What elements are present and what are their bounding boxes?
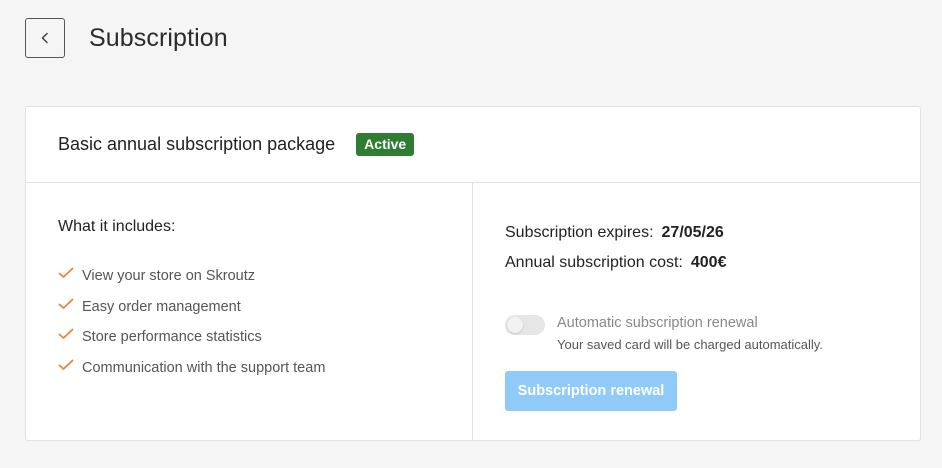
cost-row: Annual subscription cost: 400€	[505, 248, 920, 278]
auto-renewal-toggle[interactable]	[505, 315, 545, 335]
check-icon	[58, 359, 74, 370]
details-section: Subscription expires: 27/05/26 Annual su…	[473, 183, 920, 441]
feature-label: Store performance statistics	[82, 329, 262, 346]
includes-section: What it includes: View your store on Skr…	[26, 183, 473, 441]
check-icon	[58, 267, 74, 279]
check-icon	[58, 298, 74, 309]
includes-title: What it includes:	[58, 218, 176, 235]
list-item: Communication with the support team	[58, 353, 472, 384]
auto-renewal-row: Automatic subscription renewal Your save…	[505, 313, 920, 355]
page-header: Subscription	[25, 18, 228, 58]
expires-value: 27/05/26	[661, 224, 724, 241]
package-name: Basic annual subscription package	[58, 134, 336, 154]
list-item: View your store on Skroutz	[58, 261, 472, 292]
feature-label: Communication with the support team	[82, 359, 326, 376]
list-item: Easy order management	[58, 292, 472, 323]
toggle-knob	[507, 317, 523, 333]
card-body: What it includes: View your store on Skr…	[26, 183, 920, 441]
feature-label: View your store on Skroutz	[82, 268, 256, 285]
auto-renewal-hint: Your saved card will be charged automati…	[557, 337, 823, 352]
auto-renewal-text: Automatic subscription renewal Your save…	[557, 313, 823, 355]
back-button[interactable]	[25, 18, 65, 58]
chevron-left-icon	[41, 32, 48, 44]
expires-label: Subscription expires:	[505, 224, 654, 241]
feature-label: Easy order management	[82, 298, 241, 315]
auto-renewal-label: Automatic subscription renewal	[557, 315, 758, 331]
list-item: Store performance statistics	[58, 322, 472, 353]
check-icon	[58, 328, 74, 340]
subscription-card: Basic annual subscription package Active…	[25, 106, 921, 441]
cost-label: Annual subscription cost:	[505, 254, 683, 271]
cost-value: 400€	[690, 254, 727, 271]
page-title: Subscription	[89, 23, 228, 52]
expires-row: Subscription expires: 27/05/26	[505, 218, 920, 248]
subscription-renewal-button[interactable]: Subscription renewal	[505, 371, 677, 411]
status-badge: Active	[356, 133, 415, 156]
card-header: Basic annual subscription package Active	[26, 107, 920, 183]
feature-list: View your store on Skroutz Easy order ma…	[58, 261, 472, 383]
